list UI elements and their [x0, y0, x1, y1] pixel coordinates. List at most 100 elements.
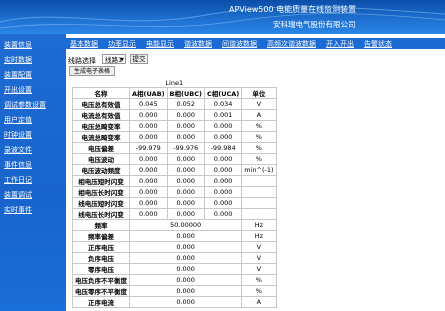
row-name: 正序电压 — [72, 241, 130, 253]
row-unit: % — [241, 120, 277, 132]
row-value-a: 0.000 — [129, 120, 168, 132]
app-header: APView500 电能质量在线监测装置 安科瑞电气股份有限公司 — [0, 0, 445, 34]
row-value-c: 0.000 — [203, 164, 243, 176]
tab-harmonic-data[interactable]: 谐波数据 — [184, 39, 212, 49]
table-row: 电流总畸变率 0.000 0.000 0.000% — [72, 131, 277, 143]
company-name: 安科瑞电气股份有限公司 — [273, 20, 356, 29]
row-value-b: 0.000 — [166, 208, 205, 220]
row-unit: % — [241, 131, 277, 143]
row-name: 线电压长时闪变 — [72, 208, 130, 220]
row-unit: % — [241, 274, 277, 286]
sidebar-item-realtime-data[interactable]: 实时数据 — [4, 55, 32, 65]
app-title: APView500 电能质量在线监测装置 — [229, 5, 357, 14]
sidebar-item-wave-files[interactable]: 录波文件 — [4, 145, 32, 155]
sidebar-item-user-settings[interactable]: 用户定值 — [4, 115, 32, 125]
row-name: 零序电压 — [72, 263, 130, 275]
sidebar-item-realtime-events[interactable]: 实时事件 — [4, 205, 32, 215]
row-unit — [241, 197, 277, 209]
row-unit — [241, 208, 277, 220]
row-value-a: 0.000 — [129, 164, 168, 176]
row-value-a: 0.000 — [129, 197, 168, 209]
tab-power-display[interactable]: 功率显示 — [108, 39, 136, 49]
submit-button[interactable]: 提交 — [130, 54, 148, 64]
row-value-c: 0.000 — [203, 120, 243, 132]
sidebar-item-clock-settings[interactable]: 时钟设置 — [4, 130, 32, 140]
row-name: 线电压短时闪变 — [72, 197, 130, 209]
row-value: 0.000 — [128, 285, 243, 297]
row-value-c: 0.001 — [203, 109, 243, 121]
column-header-name: 名称 — [72, 87, 130, 99]
generate-spreadsheet-button[interactable]: 生成电子表格 — [69, 66, 115, 76]
row-unit — [241, 175, 277, 187]
chevron-down-icon: ▼ — [120, 57, 124, 63]
single-value-rows: 频率 50.00000 Hz 频率偏差 0.000 Hz 正序电压 0.000 V 负序电压 0.0… — [72, 219, 277, 308]
table-row: 零序电压 0.000 V — [72, 263, 277, 275]
row-value-c: 0.000 — [203, 153, 243, 165]
row-unit: Hz — [241, 219, 277, 231]
table-caption: Line1 — [165, 78, 184, 87]
line-select-label: 线路选择 — [68, 57, 96, 65]
row-value-a: 0.000 — [129, 109, 168, 121]
row-unit: A — [241, 296, 277, 308]
row-value-c: 0.000 — [203, 175, 243, 187]
table-row: 电压波动 0.000 0.000 0.000% — [72, 153, 277, 165]
row-value-b: 0.000 — [166, 120, 205, 132]
header-wave-decoration — [0, 6, 445, 29]
row-value-b: 0.000 — [166, 164, 205, 176]
tab-high-harmonic-data[interactable]: 高频次谐波数据 — [267, 39, 316, 49]
column-header-unit: 单位 — [241, 87, 277, 99]
row-value-b: 0.000 — [166, 153, 205, 165]
table-row: 频率偏差 0.000 Hz — [72, 230, 277, 242]
row-name: 电流总畸变率 — [72, 131, 130, 143]
row-value-b: 0.000 — [166, 186, 205, 198]
sidebar-item-output-settings[interactable]: 开出设置 — [4, 85, 32, 95]
table-row: 线电压短时闪变 0.000 0.000 0.000 — [72, 197, 277, 209]
row-value-a: 0.000 — [129, 153, 168, 165]
row-name: 电压波动频度 — [72, 164, 130, 176]
table-row: 相电压长时闪变 0.000 0.000 0.000 — [72, 186, 277, 198]
row-value-c: 0.000 — [203, 131, 243, 143]
row-value: 0.000 — [128, 296, 243, 308]
row-name: 电压零序不平衡度 — [72, 285, 130, 297]
tab-interharmonic-data[interactable]: 间谐波数据 — [222, 39, 257, 49]
tab-alarm-status[interactable]: 告警状态 — [364, 39, 392, 49]
tab-energy-display[interactable]: 电能显示 — [146, 39, 174, 49]
row-value: 50.00000 — [128, 219, 243, 231]
table-row: 电压负序不平衡度 0.000% — [72, 274, 277, 286]
sidebar-item-event-info[interactable]: 事件信息 — [4, 160, 32, 170]
row-name: 电压偏差 — [72, 142, 130, 154]
row-name: 频率偏差 — [72, 230, 130, 242]
row-value: 0.000 — [128, 241, 243, 253]
row-unit: V — [241, 241, 277, 253]
sidebar: 装置信息 实时数据 装置配置 开出设置 调试参数设置 用户定值 时钟设置 录波文… — [0, 34, 66, 311]
main-content: 基本数据 功率显示 电能显示 谐波数据 间谐波数据 高频次谐波数据 开入开出 告… — [66, 34, 445, 311]
table-row: 正序电压 0.000 V — [72, 241, 277, 253]
row-value: 0.000 — [128, 274, 243, 286]
data-table: Line1 名称 A相(UAB) B相(UBC) C相(UCA) 单位 电压总有… — [72, 78, 277, 308]
row-unit: min^(-1) — [241, 164, 277, 176]
row-unit: % — [241, 153, 277, 165]
tab-basic-data[interactable]: 基本数据 — [70, 39, 98, 49]
row-value-b: 0.000 — [166, 197, 205, 209]
row-value: 0.000 — [128, 263, 243, 275]
sidebar-item-device-info[interactable]: 装置信息 — [4, 40, 32, 50]
row-value-c: 0.000 — [203, 197, 243, 209]
row-value-c: 0.000 — [203, 208, 243, 220]
row-unit: Hz — [241, 230, 277, 242]
sidebar-item-debug-params[interactable]: 调试参数设置 — [4, 100, 46, 110]
row-value-a: 0.000 — [129, 186, 168, 198]
tab-io[interactable]: 开入开出 — [326, 39, 354, 49]
line-select[interactable]: 线路1 ▼ — [102, 54, 126, 64]
top-nav: 基本数据 功率显示 电能显示 谐波数据 间谐波数据 高频次谐波数据 开入开出 告… — [66, 38, 445, 49]
sidebar-item-device-config[interactable]: 装置配置 — [4, 70, 32, 80]
row-name: 频率 — [72, 219, 130, 231]
row-value-a: -99.979 — [129, 142, 168, 154]
sidebar-item-work-log[interactable]: 工作日记 — [4, 175, 32, 185]
table-row: 相电压短时闪变 0.000 0.000 0.000 — [72, 175, 277, 187]
row-value-c: -99.984 — [203, 142, 243, 154]
row-name: 相电压长时闪变 — [72, 186, 130, 198]
row-value-b: -99.976 — [166, 142, 205, 154]
row-value-c: 0.000 — [203, 186, 243, 198]
sidebar-item-device-debug[interactable]: 装置调试 — [4, 190, 32, 200]
table-row: 电压偏差 -99.979 -99.976 -99.984% — [72, 142, 277, 154]
